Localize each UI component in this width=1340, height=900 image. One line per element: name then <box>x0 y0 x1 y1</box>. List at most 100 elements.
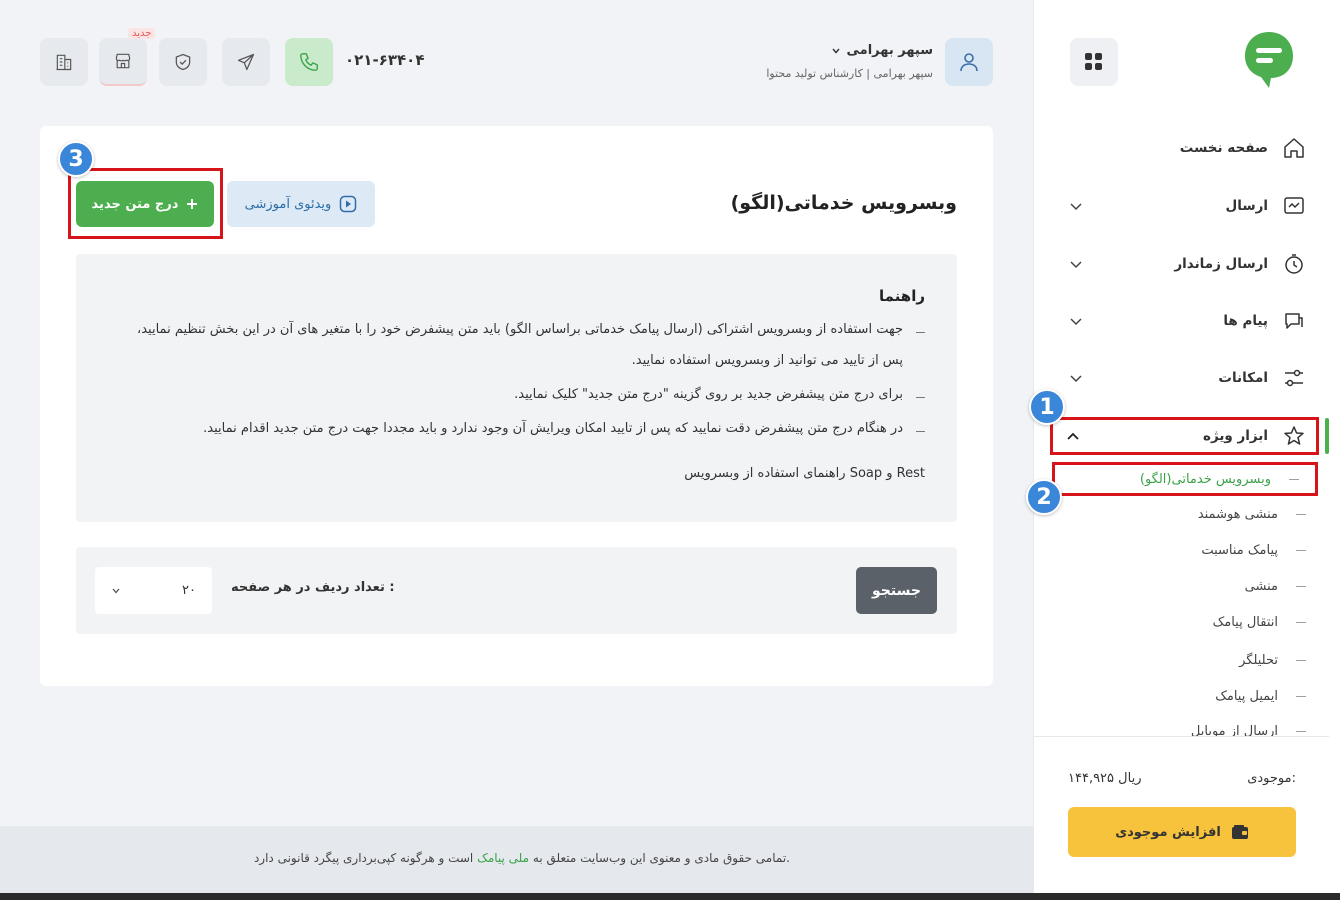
dash-icon <box>1296 513 1306 515</box>
security-button[interactable] <box>159 38 207 86</box>
sub-item-label: ایمیل پیامک <box>1215 688 1278 704</box>
dash-icon <box>1296 731 1306 732</box>
sidebar: صفحه نخست ارسال ارسال زماندار پیام ها ام… <box>1033 0 1330 893</box>
user-menu[interactable]: سپهر بهرامی <box>831 43 934 58</box>
sidebar-item-scheduled[interactable]: ارسال زماندار <box>1054 244 1316 284</box>
plus-icon <box>187 199 198 209</box>
guide-line: در هنگام درج متن پیشفرض دقت نمایید که پس… <box>203 421 903 436</box>
dash-icon <box>1296 621 1306 623</box>
balance-section: موجودی: ۱۴۴,۹۲۵ ریال افزایش موجودی <box>1034 736 1330 893</box>
store-icon <box>115 53 131 69</box>
step-badge-1: 1 <box>1029 389 1065 425</box>
dash-icon <box>916 397 925 398</box>
dash-icon <box>1296 659 1306 661</box>
play-icon <box>340 195 357 213</box>
home-icon <box>1284 138 1304 158</box>
chevron-up-icon <box>1067 432 1079 440</box>
phone-icon <box>300 53 318 71</box>
new-tag: جدید <box>128 28 156 39</box>
sidebar-item-label: ارسال <box>1225 198 1268 214</box>
step-badge-3: 3 <box>58 141 94 177</box>
chevron-down-icon <box>831 48 840 54</box>
guide-box: راهنما جهت استفاده از وبسرویس اشتراکی (ا… <box>76 254 957 522</box>
sub-item-analyzer[interactable]: تحلیلگر <box>1064 645 1316 675</box>
sidebar-item-label: صفحه نخست <box>1179 140 1268 156</box>
sidebar-item-special-tools[interactable]: ابزار ویژه <box>1050 417 1319 455</box>
guide-line: جهت استفاده از وبسرویس اشتراکی (ارسال پی… <box>137 322 903 337</box>
rows-per-page-select[interactable]: ۲۰ <box>95 567 212 614</box>
sidebar-item-label: امکانات <box>1218 370 1268 386</box>
step-badge-2: 2 <box>1026 479 1062 515</box>
api-guide-link[interactable]: راهنمای استفاده از وبسرویس Soap و Rest <box>684 466 925 481</box>
sliders-icon <box>1285 369 1303 387</box>
guide-line: پس از تایید می توانید از وبسرویس استفاده… <box>631 353 903 368</box>
send-sms-icon <box>1284 197 1304 214</box>
logo-icon[interactable] <box>1243 30 1295 90</box>
sidebar-item-label: پیام ها <box>1223 313 1268 329</box>
copyright-text: تمامی حقوق مادی و معنوی این وب‌سایت متعل… <box>254 851 790 865</box>
chevron-down-icon <box>1070 318 1082 326</box>
dash-icon <box>1296 695 1306 697</box>
main-card: وبسرویس خدماتی(الگو) ویدئوی آموزشی درج م… <box>40 126 993 686</box>
footer-text-before: تمامی حقوق مادی و معنوی این وب‌سایت متعل… <box>532 851 787 865</box>
sub-item-label: تحلیلگر <box>1239 652 1278 668</box>
filter-bar: جستجو تعداد ردیف در هر صفحه : ۲۰ <box>76 547 957 634</box>
bottom-bar <box>0 893 1340 900</box>
phone-button[interactable] <box>285 38 333 86</box>
guide-title: راهنما <box>879 287 925 305</box>
dash-icon <box>916 332 925 333</box>
brand-link[interactable]: ملی پیامک <box>477 851 529 865</box>
balance-value: ۱۴۴,۹۲۵ ریال <box>1068 771 1142 786</box>
wallet-icon <box>1231 825 1248 839</box>
shield-check-icon <box>175 53 191 71</box>
page-title: وبسرویس خدماتی(الگو) <box>730 192 957 214</box>
rows-per-page-label: تعداد ردیف در هر صفحه : <box>231 580 395 595</box>
guide-line: برای درج متن پیشفرض جدید بر روی گزینه "د… <box>514 387 903 402</box>
sub-item-label: انتقال پیامک <box>1212 614 1278 630</box>
sub-item-secretary[interactable]: منشی <box>1064 571 1316 601</box>
chat-icon <box>1285 313 1303 329</box>
apps-button[interactable] <box>1070 38 1118 86</box>
rows-per-page-value: ۲۰ <box>182 583 196 598</box>
sidebar-item-label: ابزار ویژه <box>1202 428 1268 444</box>
sub-item-sms-transfer[interactable]: انتقال پیامک <box>1064 607 1316 637</box>
tutorial-video-button[interactable]: ویدئوی آموزشی <box>227 181 375 227</box>
send-icon <box>237 53 255 71</box>
sub-item-occasion-sms[interactable]: پیامک مناسبت <box>1064 535 1316 565</box>
user-role: سپهر بهرامی | کارشناس تولید محتوا <box>766 67 933 80</box>
balance-label: موجودی: <box>1247 771 1296 786</box>
search-button[interactable]: جستجو <box>856 567 937 614</box>
sidebar-item-messages[interactable]: پیام ها <box>1054 301 1316 341</box>
user-icon <box>960 53 978 72</box>
timer-icon <box>1285 254 1303 274</box>
insert-new-text-button[interactable]: درج متن جدید <box>76 181 214 227</box>
send-button[interactable] <box>222 38 270 86</box>
chevron-down-icon <box>112 588 120 593</box>
user-avatar[interactable] <box>945 38 993 86</box>
sidebar-item-send[interactable]: ارسال <box>1054 186 1316 226</box>
company-button[interactable] <box>40 38 88 86</box>
user-name: سپهر بهرامی <box>846 43 934 58</box>
topup-label: افزایش موجودی <box>1115 824 1221 840</box>
sub-item-label: منشی هوشمند <box>1197 506 1278 522</box>
footer: تمامی حقوق مادی و معنوی این وب‌سایت متعل… <box>0 826 1033 893</box>
video-button-label: ویدئوی آموزشی <box>244 196 332 212</box>
store-button[interactable] <box>99 38 147 86</box>
chevron-down-icon <box>1070 261 1082 269</box>
topup-button[interactable]: افزایش موجودی <box>1068 807 1296 857</box>
grid-icon <box>1085 53 1102 70</box>
dash-icon <box>916 431 925 432</box>
sidebar-item-home[interactable]: صفحه نخست <box>1054 128 1316 168</box>
sidebar-item-features[interactable]: امکانات <box>1054 358 1316 398</box>
chevron-down-icon <box>1070 375 1082 383</box>
support-phone: ۰۲۱-۶۳۴۰۴ <box>345 51 425 69</box>
sidebar-item-label: ارسال زماندار <box>1174 256 1268 272</box>
dash-icon <box>1289 478 1299 480</box>
chevron-down-icon <box>1070 203 1082 211</box>
sub-item-smart-secretary[interactable]: منشی هوشمند <box>1064 499 1316 529</box>
sub-item-pattern-webservice[interactable]: وبسرویس خدماتی(الگو) <box>1052 462 1318 496</box>
active-indicator <box>1325 418 1329 454</box>
dash-icon <box>1296 585 1306 587</box>
sub-item-label: وبسرویس خدماتی(الگو) <box>1139 471 1271 487</box>
sub-item-email-sms[interactable]: ایمیل پیامک <box>1064 681 1316 711</box>
